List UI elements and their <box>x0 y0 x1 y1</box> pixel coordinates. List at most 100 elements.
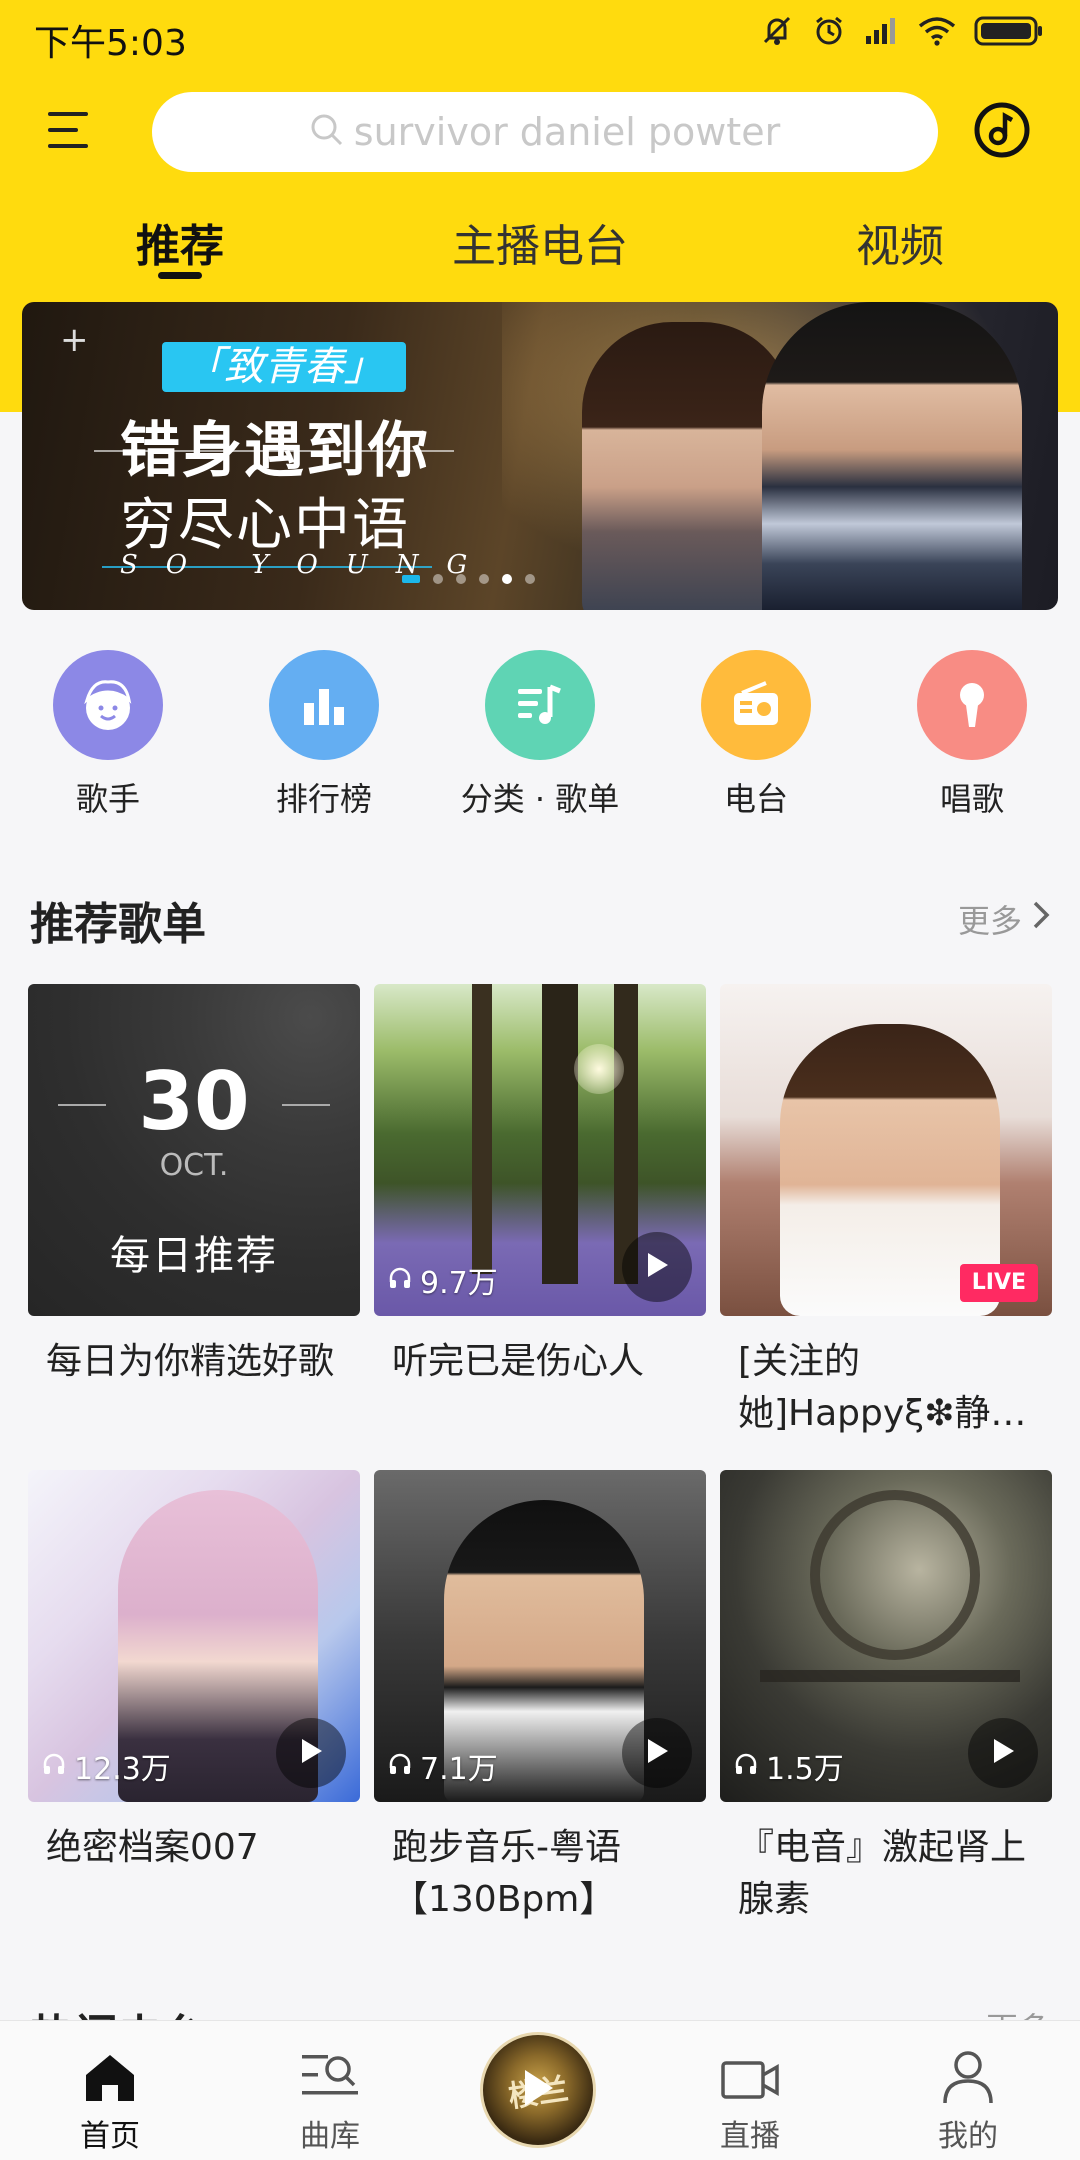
nav-label: 我的 <box>938 2119 998 2154</box>
playlist-card[interactable]: 1.5万 『电音』激起肾上腺素 <box>720 1470 1052 1926</box>
more-link[interactable]: 更多 <box>958 896 1050 942</box>
alarm-icon <box>812 14 846 48</box>
nav-home[interactable]: 首页 <box>50 2043 170 2155</box>
play-count-value: 12.3万 <box>74 1752 171 1787</box>
daily-day: 30 <box>58 1055 331 1148</box>
wifi-icon <box>918 16 956 46</box>
play-count: 7.1万 <box>388 1744 498 1788</box>
nav-live[interactable]: 直播 <box>690 2043 810 2155</box>
playlist-cover: 1.5万 <box>720 1470 1052 1802</box>
status-icons <box>760 14 1044 48</box>
music-recognition-icon[interactable] <box>972 100 1032 160</box>
daily-cover: 30 OCT. 每日推荐 <box>28 984 360 1316</box>
scaffold <box>760 1670 1020 1682</box>
playlist-card[interactable]: 7.1万 跑步音乐-粤语【130Bpm】 <box>374 1470 706 1926</box>
banner-pagination <box>402 574 535 584</box>
mute-icon <box>760 14 794 48</box>
play-count-value: 1.5万 <box>766 1752 844 1787</box>
playlist-cover: 9.7万 <box>374 984 706 1316</box>
profile-icon <box>908 2043 1028 2105</box>
playlist-title: 绝密档案007 <box>46 1827 259 1868</box>
playlist-card[interactable]: 12.3万 绝密档案007 <box>28 1470 360 1926</box>
banner-dot <box>456 574 466 584</box>
play-button[interactable] <box>622 1232 692 1302</box>
quick-link-radio[interactable]: 电台 <box>676 650 836 820</box>
banner-dot <box>433 574 443 584</box>
play-button[interactable] <box>622 1718 692 1788</box>
home-icon <box>50 2043 170 2105</box>
banner-title-line2: 穷尽心中语 <box>120 493 410 558</box>
quick-link-categories[interactable]: 分类 · 歌单 <box>460 650 620 820</box>
banner-title-line1: 错身遇到你 <box>120 416 430 486</box>
microphone-icon <box>917 650 1027 760</box>
headphones-icon <box>42 1749 66 1784</box>
playlist-card-live[interactable]: LIVE [关注的她]Happyξ❇静… <box>720 984 1052 1440</box>
library-icon <box>270 2043 390 2105</box>
play-icon <box>298 1737 324 1769</box>
section-title: 推荐歌单 <box>30 899 206 950</box>
quick-link-singer[interactable]: 歌手 <box>28 650 188 820</box>
playlist-cover: 12.3万 <box>28 1470 360 1802</box>
playlist-icon <box>485 650 595 760</box>
sun-glow <box>574 1044 624 1094</box>
banner-dot <box>402 575 420 583</box>
search-input[interactable]: survivor daniel powter <box>152 92 938 172</box>
headphones-icon <box>388 1263 412 1298</box>
radio-icon <box>701 650 811 760</box>
top-bar: survivor daniel powter <box>0 90 1080 172</box>
tab-video[interactable]: 视频 <box>856 210 944 274</box>
nav-label: 首页 <box>80 2119 140 2154</box>
playlist-title: 听完已是伤心人 <box>392 1341 645 1382</box>
quick-link-charts[interactable]: 排行榜 <box>244 650 404 820</box>
banner-plus-icon: + <box>60 320 89 360</box>
playlist-card[interactable]: 9.7万 听完已是伤心人 <box>374 984 706 1440</box>
banner-dot <box>525 574 535 584</box>
playlist-title: 跑步音乐-粤语【130Bpm】 <box>392 1827 621 1920</box>
quick-link-label: 分类 · 歌单 <box>460 780 620 818</box>
chart-icon <box>269 650 379 760</box>
play-count-value: 9.7万 <box>420 1266 498 1301</box>
play-icon <box>521 2068 555 2112</box>
headphones-icon <box>734 1749 758 1784</box>
status-bar: 下午5:03 <box>0 0 1080 70</box>
play-count: 12.3万 <box>42 1744 171 1788</box>
clock-gear <box>810 1490 980 1660</box>
battery-icon <box>974 15 1044 47</box>
play-button[interactable] <box>968 1718 1038 1788</box>
nav-profile[interactable]: 我的 <box>908 2043 1028 2155</box>
quick-link-karaoke[interactable]: 唱歌 <box>892 650 1052 820</box>
promo-banner[interactable]: + 「致青春」 错身遇到你 穷尽心中语 SO YOUNG <box>22 302 1058 610</box>
tree-trunk <box>472 984 492 1274</box>
more-label: 更多 <box>957 902 1022 940</box>
signal-icon <box>864 16 900 46</box>
live-badge: LIVE <box>959 1264 1038 1302</box>
daily-month: OCT. <box>159 1148 229 1183</box>
playlist-title: [关注的她]Happyξ❇静… <box>738 1341 1027 1434</box>
play-icon <box>644 1251 670 1283</box>
nav-library[interactable]: 曲库 <box>270 2043 390 2155</box>
tab-recommend[interactable]: 推荐 <box>136 210 224 274</box>
quick-link-label: 排行榜 <box>275 780 372 818</box>
menu-icon[interactable] <box>48 110 98 150</box>
status-time: 下午5:03 <box>34 23 187 64</box>
search-placeholder: survivor daniel powter <box>353 110 781 154</box>
app-root: 下午5:03 survivor daniel powter 推荐 主播电台 视频… <box>0 0 1080 2160</box>
banner-figure-right <box>762 302 1022 610</box>
tab-indicator <box>158 272 202 279</box>
play-icon <box>644 1737 670 1769</box>
banner-tag: 「致青春」 <box>162 342 406 392</box>
quick-link-label: 唱歌 <box>939 780 1004 818</box>
playlist-cover: 7.1万 <box>374 1470 706 1802</box>
banner-dot <box>479 574 489 584</box>
live-camera-icon <box>690 2043 810 2105</box>
quick-link-label: 歌手 <box>75 780 140 818</box>
tab-radio-hosts[interactable]: 主播电台 <box>452 210 628 274</box>
recommended-header: 推荐歌单 更多 <box>30 888 1050 950</box>
now-playing-disc[interactable]: 楼兰 <box>480 2032 596 2148</box>
tree-trunk <box>542 984 578 1284</box>
playlist-title: 『电音』激起肾上腺素 <box>738 1827 1027 1920</box>
play-button[interactable] <box>276 1718 346 1788</box>
quick-links: 歌手 排行榜 分类 · 歌单 电台 唱歌 <box>0 650 1080 820</box>
search-icon <box>310 113 344 151</box>
playlist-card-daily[interactable]: 30 OCT. 每日推荐 每日为你精选好歌 <box>28 984 360 1440</box>
